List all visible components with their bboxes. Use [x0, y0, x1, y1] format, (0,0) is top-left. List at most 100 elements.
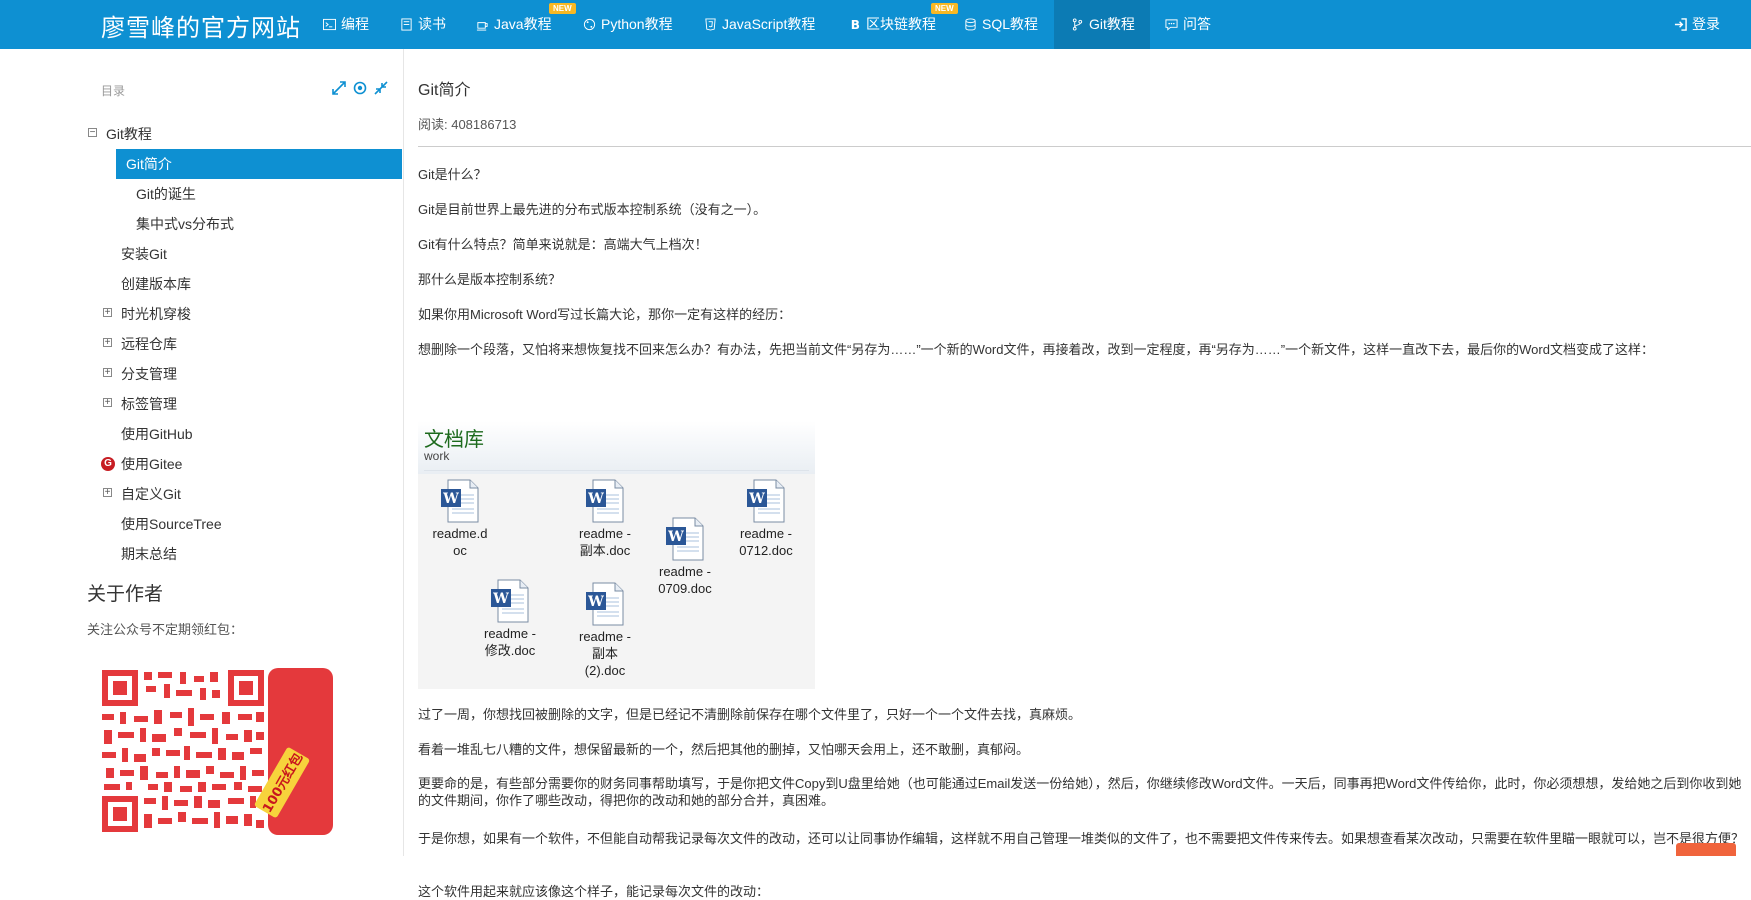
toc-item-git-intro[interactable]: Git简介 − [0, 149, 402, 179]
article-title: Git简介 [418, 82, 471, 99]
nav-item-python[interactable]: Python教程 [583, 0, 673, 49]
toc-item-create-repo[interactable]: 创建版本库 [0, 269, 402, 299]
doc-file: W readme.d oc [425, 479, 495, 559]
toc-item-use-gitee[interactable]: G 使用Gitee [0, 449, 402, 479]
nav-label: 编程 [341, 16, 369, 32]
expand-toggle[interactable]: + [103, 338, 112, 348]
toc-label: 远程仓库 [121, 336, 177, 352]
paragraph: 更要命的是，有些部分需要你的财务同事帮助填写，于是你把文件Copy到U盘里给她（… [418, 776, 1742, 808]
toc-item-summary[interactable]: 期末总结 [0, 539, 402, 569]
file-name: readme - 副本.doc [578, 526, 632, 558]
nav-item-sql[interactable]: SQL教程 [964, 0, 1038, 49]
terminal-icon [323, 18, 336, 31]
toc-item-centralized-vs-distributed[interactable]: 集中式vs分布式 [0, 209, 402, 239]
toc-label: 集中式vs分布式 [136, 216, 234, 232]
svg-text:B: B [851, 18, 860, 31]
toc-item-git-tutorial[interactable]: − Git教程 [0, 119, 402, 149]
toc-label: 期末总结 [121, 546, 177, 562]
python-icon [583, 18, 596, 31]
toc-item-use-github[interactable]: 使用GitHub [0, 419, 402, 449]
database-icon [965, 18, 976, 31]
sign-in-icon [1674, 18, 1687, 31]
svg-text:W: W [587, 594, 604, 610]
toc-label: 使用Gitee [121, 456, 183, 472]
toc-item-git-origin[interactable]: Git的诞生 [0, 179, 402, 209]
toc-label: Git的诞生 [136, 186, 196, 202]
feedback-widget[interactable] [1676, 843, 1736, 856]
nav-label: 区块链教程 [866, 16, 936, 32]
toc-item-custom-git[interactable]: + 自定义Git [0, 479, 402, 509]
svg-text:W: W [442, 491, 459, 507]
toc-label: 分支管理 [121, 366, 177, 382]
expand-toggle[interactable]: + [103, 308, 112, 318]
nav-label: JavaScript教程 [722, 16, 816, 32]
locate-current-icon[interactable] [353, 81, 367, 95]
nav-item-java[interactable]: Java教程 NEW [476, 0, 576, 49]
file-name: readme - 副本 (2).doc [578, 629, 632, 678]
toc-item-branch-management[interactable]: + 分支管理 [0, 359, 402, 389]
toc-item-remote-repo[interactable]: + 远程仓库 [0, 329, 402, 359]
expand-all-icon[interactable] [332, 81, 346, 95]
nav-item-programming[interactable]: 编程 [323, 0, 369, 49]
paragraph: Git是什么？ [418, 167, 487, 182]
collapse-all-icon[interactable] [374, 81, 388, 95]
nav-item-qa[interactable]: 问答 [1165, 0, 1211, 49]
paragraph: Git是目前世界上最先进的分布式版本控制系统（没有之一）。 [418, 202, 767, 217]
toc-label: 时光机穿梭 [121, 306, 191, 322]
svg-text:W: W [748, 491, 765, 507]
gitee-icon: G [101, 457, 115, 471]
about-author-heading: 关于作者 [87, 584, 164, 605]
toc-item-tag-management[interactable]: + 标签管理 [0, 389, 402, 419]
login-button[interactable]: 登录 [1674, 0, 1720, 49]
paragraph: 看着一堆乱七八糟的文件，想保留最新的一个，然后把其他的删掉，又怕哪天会用上，还不… [418, 742, 1030, 757]
word-document-icon: W [586, 479, 624, 523]
file-name: readme - 0712.doc [739, 526, 793, 558]
svg-text:W: W [492, 591, 509, 607]
comments-icon [1165, 19, 1178, 31]
doclib-subtitle: work [424, 449, 450, 463]
toc-item-install-git[interactable]: 安装Git [0, 239, 402, 269]
file-name: readme - 修改.doc [483, 626, 537, 658]
svg-text:W: W [667, 529, 684, 545]
doclib-title: 文档库 [424, 427, 484, 451]
new-badge: NEW [549, 3, 576, 14]
nav-item-javascript[interactable]: JavaScript教程 [704, 0, 815, 49]
file-name: readme.d oc [432, 526, 488, 558]
book-icon [401, 18, 412, 31]
nav-item-blockchain[interactable]: B 区块链教程 NEW [848, 0, 958, 49]
doc-file: W readme - 0709.doc [650, 517, 720, 597]
login-label: 登录 [1692, 16, 1720, 32]
doc-file: W readme - 修改.doc [475, 579, 545, 659]
toc-label: 使用GitHub [121, 426, 193, 442]
word-document-icon: W [666, 517, 704, 561]
nav-item-books[interactable]: 读书 [400, 0, 446, 49]
doclib-divider [424, 470, 809, 471]
nav-item-git[interactable]: Git教程 [1054, 0, 1150, 49]
word-document-icon: W [491, 579, 529, 623]
coffee-icon [476, 22, 488, 31]
expand-toggle[interactable]: + [103, 368, 112, 378]
site-brand[interactable]: 廖雪峰的官方网站 [101, 8, 301, 43]
toc-label: Git教程 [106, 126, 152, 142]
toc-item-sourcetree[interactable]: 使用SourceTree [0, 509, 402, 539]
divider [418, 146, 1751, 147]
code-fork-icon [1072, 18, 1083, 31]
expand-toggle[interactable]: + [103, 398, 112, 408]
word-document-icon: W [747, 479, 785, 523]
new-badge: NEW [931, 3, 958, 14]
doc-file: W readme - 副本.doc [570, 479, 640, 559]
nav-label: SQL教程 [982, 16, 1039, 32]
paragraph: 如果你用Microsoft Word写过长篇大论，那你一定有这样的经历： [418, 307, 792, 322]
about-author-text: 关注公众号不定期领红包： [87, 622, 244, 637]
file-name: readme - 0709.doc [658, 564, 712, 596]
paragraph: 过了一周，你想找回被删除的文字，但是已经记不清删除前保存在哪个文件里了，只好一个… [418, 707, 1082, 722]
collapse-toggle[interactable]: − [88, 128, 97, 138]
toc-title: 目录 [101, 84, 126, 98]
top-navbar: 廖雪峰的官方网站 编程 读书 Java教程 NEW Python教程 JavaS… [0, 0, 1751, 49]
toc-label: 使用SourceTree [121, 516, 222, 532]
expand-toggle[interactable]: + [103, 488, 112, 498]
doclib-header: 文档库 work [418, 421, 815, 474]
toc-item-time-machine[interactable]: + 时光机穿梭 [0, 299, 402, 329]
collapse-toggle[interactable]: − [103, 158, 112, 168]
html5-icon [705, 18, 716, 31]
